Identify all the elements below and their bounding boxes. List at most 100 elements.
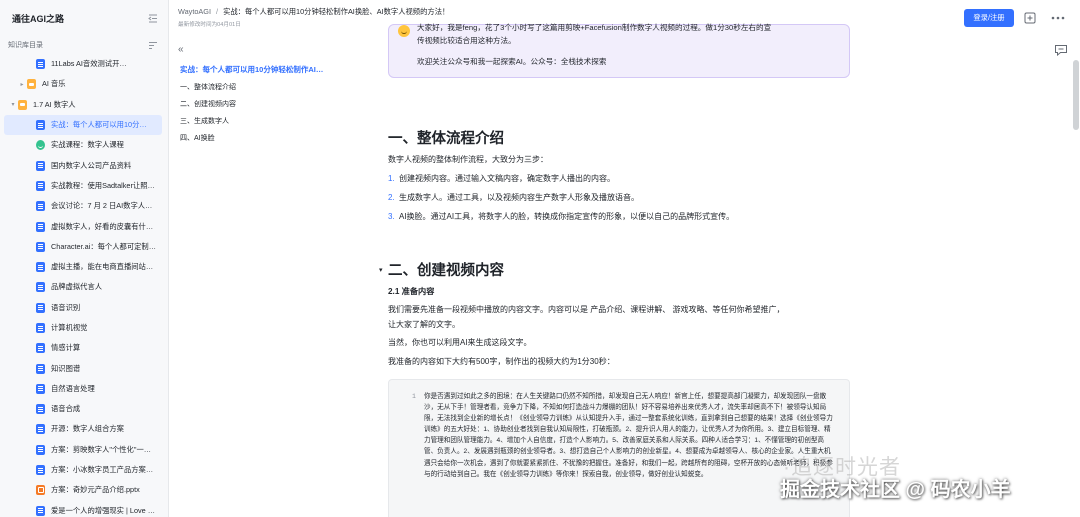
sidebar-item[interactable]: 方案：奇妙元产品介绍.pptx <box>4 480 162 500</box>
sidebar-item-label: 开源：数字人组合方案 <box>51 424 124 434</box>
breadcrumb-separator: / <box>216 7 219 16</box>
callout-text-line: 欢迎关注公众号和我一起探索AI。公众号：全栈技术探索 <box>417 57 607 66</box>
more-icon[interactable] <box>1050 10 1066 26</box>
paragraph: 数字人视频的整体制作流程，大致分为三步： <box>388 155 548 164</box>
sidebar-item-label: AI 音乐 <box>42 79 66 89</box>
sidebar-item[interactable]: 方案：小冰数字员工产品方案… <box>4 460 162 480</box>
subsection-heading: 2.1 准备内容 <box>388 287 435 296</box>
breadcrumb-page-title[interactable]: 实战：每个人都可以用10分钟轻松制作AI换脸、AI数字人视频的方法！ <box>223 7 449 16</box>
toc-item-create-video[interactable]: 二、创建视频内容 <box>180 99 236 109</box>
code-block-text: 你是否遇到过如此之多的困境：在人生关键路口仍然不知所措，却发现自己无人响应！新官… <box>424 393 833 478</box>
sidebar-item[interactable]: 情感计算 <box>4 338 162 358</box>
sidebar-item[interactable]: 虚拟数字人，好看的皮囊有什… <box>4 216 162 236</box>
ordered-list-item: 1. 创建视频内容。通过输入文稿内容，确定数字人播出的内容。 <box>388 173 615 184</box>
sidebar-item[interactable]: 语音识别 <box>4 298 162 318</box>
sidebar-item-label: 爱是一个人的增强现实 | Love … <box>51 505 156 515</box>
sidebar-item-label: 虚拟主播，能在电商直播间站… <box>51 262 154 272</box>
paragraph: 我们需要先准备一段视频中播放的内容文字。内容可以是 产品介绍、课程讲解、 游戏攻… <box>388 305 785 314</box>
document-icon <box>36 262 45 273</box>
sidebar-section-label: 知识库目录 <box>8 42 43 49</box>
folder-icon <box>18 99 27 110</box>
sidebar-item[interactable]: 语音合成 <box>4 399 162 419</box>
sidebar-item[interactable]: 虚拟主播，能在电商直播间站… <box>4 257 162 277</box>
double-chevron-left-icon[interactable]: « <box>178 44 184 55</box>
last-modified-text: 最新修改时间为04月01日 <box>178 22 241 28</box>
sidebar-item[interactable]: 实战教程：使用Sadtalker让照… <box>4 176 162 196</box>
sidebar-item[interactable]: ▸ AI 音乐 <box>4 74 162 94</box>
paragraph: 当然，你也可以利用AI来生成这段文字。 <box>388 338 532 347</box>
list-number: 3. <box>388 212 395 221</box>
sidebar-item[interactable]: 知识图谱 <box>4 358 162 378</box>
toc-item-overview[interactable]: 一、整体流程介绍 <box>180 82 236 92</box>
watermark-site: 掘金技术社区 @ 码农小羊 <box>780 479 1011 501</box>
ordered-list-item: 2. 生成数字人。通过工具，以及视频内容生产数字人形象及播放语音。 <box>388 192 639 203</box>
sidebar-item-label: 实战课程：数字人课程 <box>51 140 124 150</box>
scrollbar-thumb[interactable] <box>1073 60 1079 130</box>
sidebar-item[interactable]: 自然语言处理 <box>4 379 162 399</box>
sidebar-tree: 11Labs AI音效测试开… ▸ AI 音乐 ▾ 1.7 AI 数字人实战：每个人都可… <box>0 54 168 517</box>
sidebar-item-label: 虚拟数字人，好看的皮囊有什… <box>51 221 154 231</box>
list-item-text: 创建视频内容。通过输入文稿内容，确定数字人播出的内容。 <box>399 174 615 183</box>
toc-item-face-swap[interactable]: 四、AI换脸 <box>180 133 215 143</box>
document-icon <box>36 241 45 252</box>
document-icon <box>36 343 45 354</box>
site-title[interactable]: 通往AGI之路 <box>12 12 64 25</box>
sidebar-item-label: 方案：剪映数字人"个性化"一… <box>51 444 152 454</box>
document-icon <box>36 120 45 131</box>
sidebar-item[interactable]: 实战课程：数字人课程 <box>4 135 162 155</box>
toc-title[interactable]: 实战：每个人都可以用10分钟轻松制作AI… <box>180 64 323 75</box>
sidebar-item-label: 会议讨论：7 月 2 日AI数字人… <box>51 201 153 211</box>
callout-text-line: 传视频比较适合用这种方法。 <box>417 36 516 45</box>
sidebar-item[interactable]: 品牌虚拟代言人 <box>4 277 162 297</box>
sidebar-item-label: 1.7 AI 数字人 <box>33 99 76 109</box>
share-icon[interactable] <box>1022 10 1038 26</box>
sidebar-item[interactable]: 爱是一个人的增强现实 | Love … <box>4 501 162 517</box>
document-icon <box>36 180 45 191</box>
sidebar-item[interactable]: 方案：剪映数字人"个性化"一… <box>4 440 162 460</box>
heading-collapse-icon[interactable]: ▾ <box>379 266 383 274</box>
collapse-sidebar-icon[interactable] <box>148 14 158 23</box>
sidebar-item[interactable]: 国内数字人公司产品资料 <box>4 155 162 175</box>
sidebar-item[interactable]: ▾ 1.7 AI 数字人 <box>4 95 162 115</box>
login-button[interactable]: 登录/注册 <box>964 9 1014 27</box>
document-icon <box>36 59 45 70</box>
sidebar-header: 通往AGI之路 <box>0 0 168 36</box>
list-item-text: AI换脸。通过AI工具，将数字人的脸，转换成你指定宣传的形象，以便以自己的品牌形… <box>399 212 735 221</box>
toc-item-generate-avatar[interactable]: 三、生成数字人 <box>180 116 229 126</box>
sidebar-item-label: 实战：每个人都可以用10分… <box>51 120 147 130</box>
sidebar-item-label: 情感计算 <box>51 343 81 353</box>
comment-icon[interactable] <box>1054 44 1068 57</box>
document-icon <box>36 302 45 313</box>
document-icon <box>36 505 45 516</box>
section-heading-create-video: 二、创建视频内容 <box>388 263 504 279</box>
document-icon <box>36 383 45 394</box>
folder-icon <box>27 79 36 90</box>
sidebar-item[interactable]: 开源：数字人组合方案 <box>4 419 162 439</box>
callout-text-line: 大家好，我是feng，花了3个小时写了这篇用剪映+Facefusion制作数字人… <box>417 23 772 32</box>
sort-icon[interactable] <box>148 41 158 50</box>
emoji-icon <box>36 140 45 151</box>
pptx-file-icon <box>36 485 45 496</box>
chevron-down-icon[interactable]: ▾ <box>8 101 18 108</box>
sidebar-item-label: 国内数字人公司产品资料 <box>51 160 132 170</box>
paragraph: 我准备的内容如下大约有500字，制作出的视频大约为1分30秒： <box>388 357 615 366</box>
sidebar-item-label: 语音识别 <box>51 302 81 312</box>
sidebar-item-active[interactable]: 实战：每个人都可以用10分… <box>4 114 162 136</box>
sidebar-item-label: 自然语言处理 <box>51 383 95 393</box>
chevron-right-icon[interactable]: ▸ <box>17 81 27 88</box>
sidebar-item-label: Character.ai：每个人都可定制… <box>51 241 157 251</box>
sidebar-item[interactable]: 会议讨论：7 月 2 日AI数字人… <box>4 196 162 216</box>
sidebar-item[interactable]: Character.ai：每个人都可定制… <box>4 237 162 257</box>
sidebar-item[interactable]: 计算机视觉 <box>4 318 162 338</box>
sidebar-item-label: 方案：小冰数字员工产品方案… <box>51 465 154 475</box>
document-icon <box>36 160 45 171</box>
knowledge-sidebar: 通往AGI之路 知识库目录 11Labs AI音效测试开… ▸ AI 音乐 ▾ 1.7 … <box>0 0 169 517</box>
list-number: 1. <box>388 174 395 183</box>
smile-emoji-icon <box>398 25 410 37</box>
document-icon <box>36 363 45 374</box>
sidebar-item-label: 计算机视觉 <box>51 323 88 332</box>
breadcrumb-site[interactable]: WaytoAGI <box>178 7 211 16</box>
sidebar-item-label: 方案：奇妙元产品介绍.pptx <box>51 485 140 495</box>
document-icon <box>36 404 45 415</box>
sidebar-item[interactable]: 11Labs AI音效测试开… <box>4 54 162 74</box>
